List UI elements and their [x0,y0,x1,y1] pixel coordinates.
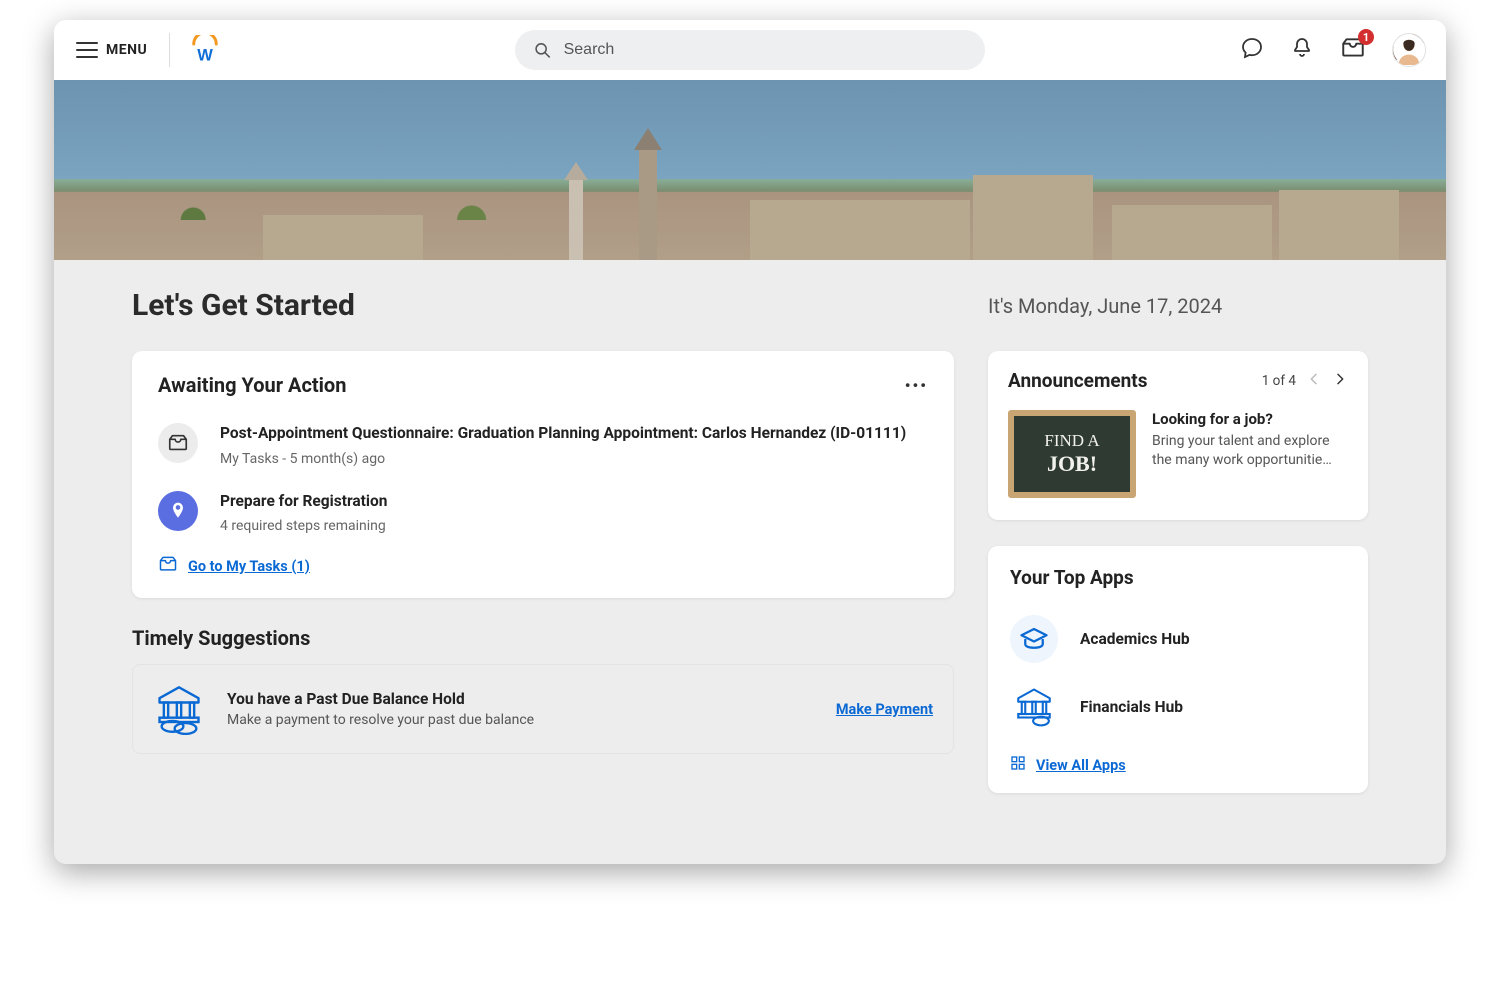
view-all-apps-link[interactable]: View All Apps [1036,757,1126,774]
top-apps-title: Your Top Apps [1010,566,1346,589]
page-title: Let's Get Started [132,288,954,323]
timely-suggestions-section: Timely Suggestions [132,626,954,754]
announcement-image: FIND A JOB! [1008,410,1136,498]
suggestion-card: You have a Past Due Balance Hold Make a … [132,664,954,754]
divider [169,33,170,67]
announcement-title[interactable]: Looking for a job? [1152,410,1348,428]
suggestions-title: Timely Suggestions [132,626,954,650]
awaiting-action-card: Awaiting Your Action ••• Post-Appointmen… [132,351,954,598]
action-item-title: Post-Appointment Questionnaire: Graduati… [220,423,906,445]
pager-text: 1 of 4 [1262,373,1296,389]
action-item[interactable]: Prepare for Registration 4 required step… [158,491,928,535]
announcements-card: Announcements 1 of 4 FIND A JOB [988,351,1368,520]
chevron-left-icon[interactable] [1306,371,1322,391]
bell-icon[interactable] [1290,36,1314,64]
bank-icon [1010,683,1058,731]
bank-money-icon [153,683,205,735]
more-icon[interactable]: ••• [905,376,928,395]
suggestion-title: You have a Past Due Balance Hold [227,690,534,708]
app-academics-hub[interactable]: Academics Hub [1010,605,1346,673]
pin-icon [158,491,198,531]
app-label: Academics Hub [1080,630,1190,648]
hamburger-icon [76,42,98,58]
menu-button[interactable]: MENU [74,36,149,64]
graduation-cap-icon [1010,615,1058,663]
app-label: Financials Hub [1080,698,1183,716]
grid-icon [1010,755,1026,775]
menu-label: MENU [106,42,147,58]
action-item-title: Prepare for Registration [220,491,387,513]
top-apps-card: Your Top Apps Academics Hub [988,546,1368,793]
top-bar: MENU W 1 [54,20,1446,80]
search-icon [533,40,552,60]
make-payment-link[interactable]: Make Payment [836,701,933,718]
search-bar[interactable] [515,30,985,70]
action-item-sub: 4 required steps remaining [220,518,387,534]
inbox-icon[interactable]: 1 [1340,35,1366,65]
action-item-sub: My Tasks - 5 month(s) ago [220,451,906,467]
action-item[interactable]: Post-Appointment Questionnaire: Graduati… [158,423,928,467]
suggestion-sub: Make a payment to resolve your past due … [227,712,534,728]
inbox-link-icon [158,554,178,578]
app-financials-hub[interactable]: Financials Hub [1010,673,1346,741]
awaiting-title: Awaiting Your Action [158,373,346,397]
announcement-sub: Bring your talent and explore the many w… [1152,432,1348,470]
inbox-badge: 1 [1358,29,1374,45]
avatar[interactable] [1392,33,1426,67]
search-input[interactable] [564,41,967,59]
hero-banner [54,80,1446,260]
announcements-title: Announcements [1008,369,1148,392]
chat-icon[interactable] [1240,36,1264,64]
date-text: It's Monday, June 17, 2024 [988,294,1222,318]
inbox-task-icon [158,423,198,463]
chevron-right-icon[interactable] [1332,371,1348,391]
workday-logo[interactable]: W [190,35,220,65]
go-to-tasks-link[interactable]: Go to My Tasks (1) [188,558,310,575]
svg-text:W: W [197,47,213,65]
